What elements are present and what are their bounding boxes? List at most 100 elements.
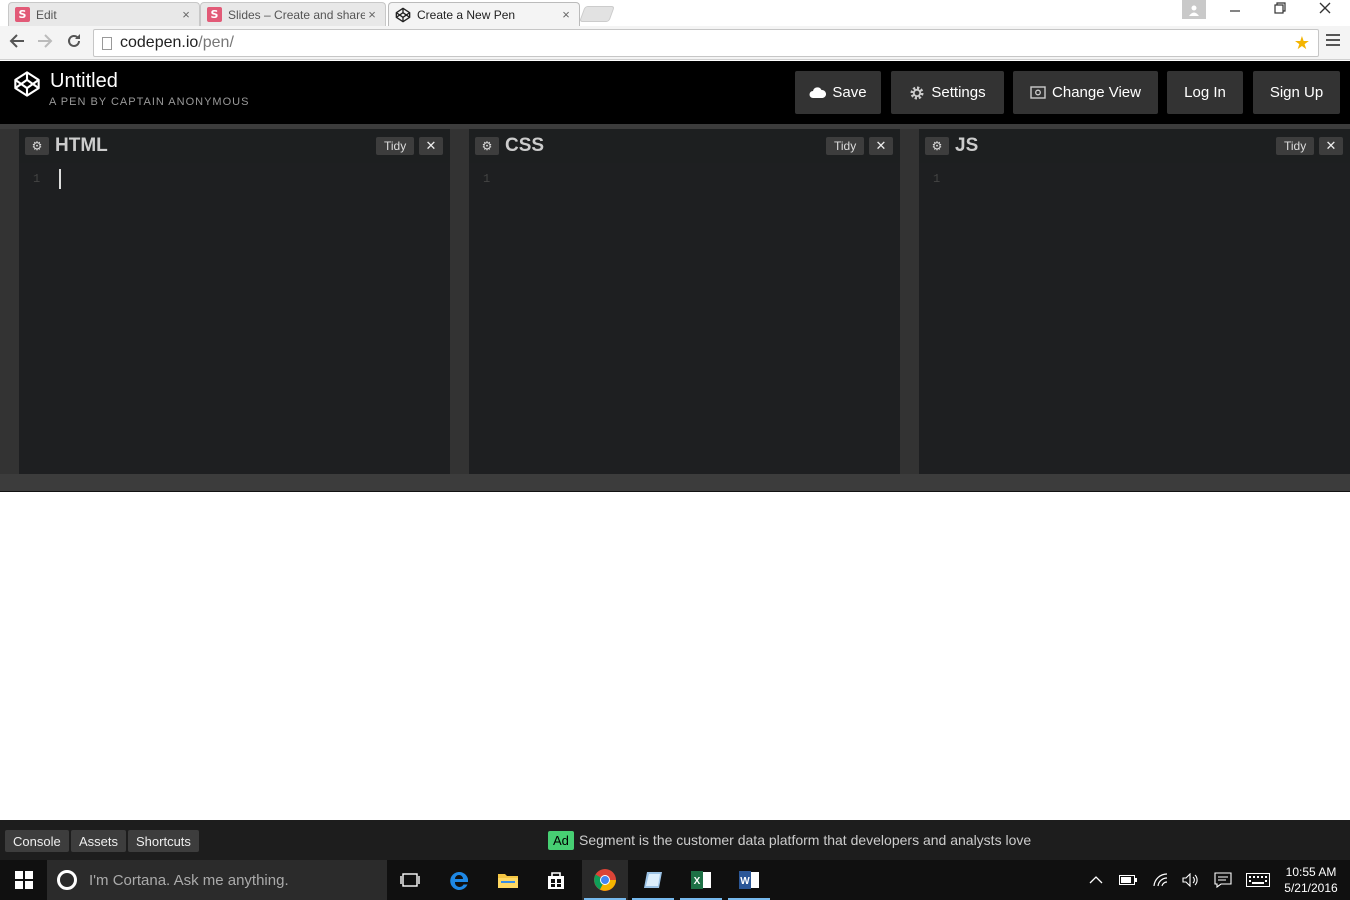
editor-resizer[interactable]	[900, 129, 919, 474]
gear-icon	[909, 85, 925, 101]
html-editor: ⚙ HTML Tidy ✕ 1	[19, 129, 450, 474]
slides-s-icon: S	[207, 7, 222, 22]
cloud-icon	[809, 86, 827, 99]
result-preview[interactable]	[0, 492, 1350, 820]
change-view-button[interactable]: Change View	[1013, 71, 1158, 114]
profile-icon[interactable]	[1182, 0, 1206, 19]
console-button[interactable]: Console	[5, 830, 69, 852]
windows-start-icon[interactable]	[0, 860, 47, 900]
editor-settings-gear-icon[interactable]: ⚙	[475, 137, 499, 155]
ad-badge: Ad	[548, 831, 574, 850]
store-icon[interactable]	[533, 860, 579, 900]
chrome-icon[interactable]	[582, 860, 628, 900]
close-icon[interactable]: ×	[179, 7, 193, 22]
action-center-icon[interactable]	[1212, 860, 1234, 900]
save-label: Save	[832, 84, 867, 101]
signup-button[interactable]: Sign Up	[1253, 71, 1340, 114]
volume-icon[interactable]	[1180, 860, 1202, 900]
file-explorer-icon[interactable]	[485, 860, 531, 900]
login-label: Log In	[1184, 84, 1226, 101]
cortana-icon	[57, 870, 77, 890]
task-view-icon[interactable]	[387, 860, 433, 900]
line-number: 1	[33, 172, 41, 186]
editor-resizer[interactable]	[450, 129, 469, 474]
close-icon[interactable]: ✕	[1319, 137, 1343, 155]
close-window-icon[interactable]	[1305, 2, 1345, 22]
save-button[interactable]: Save	[795, 71, 881, 114]
codepen-footer: Console Assets Shortcuts Ad Segment is t…	[0, 820, 1350, 860]
system-clock[interactable]: 10:55 AM 5/21/2016	[1278, 864, 1344, 896]
editor-settings-gear-icon[interactable]: ⚙	[25, 137, 49, 155]
view-layout-icon	[1030, 86, 1046, 99]
svg-text:W: W	[740, 876, 750, 887]
pen-byline: A PEN BY CAPTAIN ANONYMOUS	[49, 96, 250, 108]
editor-resizer[interactable]	[0, 129, 19, 474]
browser-tab-slides[interactable]: S Slides – Create and share ×	[200, 2, 386, 26]
clock-date: 5/21/2016	[1284, 881, 1338, 895]
editor-header: ⚙ HTML Tidy ✕	[19, 129, 450, 163]
tidy-button[interactable]: Tidy	[826, 137, 865, 155]
wifi-icon[interactable]	[1150, 860, 1172, 900]
line-number: 1	[483, 172, 491, 186]
editor-title: CSS	[505, 135, 545, 156]
pen-title[interactable]: Untitled	[50, 70, 118, 93]
word-icon[interactable]: W	[726, 860, 772, 900]
minimize-icon[interactable]	[1215, 2, 1255, 22]
assets-button[interactable]: Assets	[71, 830, 127, 852]
keyboard-icon[interactable]	[1244, 860, 1272, 900]
back-arrow-icon[interactable]	[6, 32, 28, 54]
excel-icon[interactable]: X	[678, 860, 724, 900]
editor-title: JS	[955, 135, 979, 156]
close-icon[interactable]: ✕	[869, 137, 893, 155]
close-icon[interactable]: ×	[365, 7, 379, 22]
battery-icon[interactable]	[1117, 860, 1139, 900]
reload-icon[interactable]	[63, 32, 85, 54]
preview-resize-bar[interactable]	[0, 474, 1350, 492]
editor-area: ⚙ HTML Tidy ✕ 1 ⚙ CSS Tidy ✕ 1 ⚙ JS Tidy…	[0, 129, 1350, 474]
page-icon	[102, 36, 112, 50]
edge-browser-icon[interactable]	[436, 860, 482, 900]
tab-label: Edit	[36, 7, 57, 22]
editor-header: ⚙ JS Tidy ✕	[919, 129, 1350, 163]
codepen-logo-icon[interactable]	[13, 70, 41, 98]
shortcuts-button[interactable]: Shortcuts	[128, 830, 199, 852]
restore-icon[interactable]	[1260, 2, 1300, 22]
chrome-menu-icon[interactable]	[1326, 34, 1340, 48]
close-icon[interactable]: ✕	[419, 137, 443, 155]
slides-s-icon: S	[15, 7, 30, 22]
browser-tab-create-pen[interactable]: Create a New Pen ×	[388, 2, 580, 26]
js-code-area[interactable]: 1	[919, 163, 1350, 474]
codepen-icon	[395, 7, 411, 22]
cortana-search-box[interactable]: I'm Cortana. Ask me anything.	[47, 860, 387, 900]
url-path: /pen/	[198, 34, 234, 51]
new-tab-button[interactable]	[579, 6, 615, 22]
browser-tab-edit[interactable]: S Edit ×	[8, 2, 200, 26]
login-button[interactable]: Log In	[1167, 71, 1243, 114]
clock-time: 10:55 AM	[1285, 865, 1337, 879]
tab-label: Slides – Create and share	[228, 7, 365, 22]
bookmark-star-icon[interactable]: ★	[1294, 33, 1310, 54]
cortana-placeholder: I'm Cortana. Ask me anything.	[89, 871, 289, 889]
notes-app-icon[interactable]	[630, 860, 676, 900]
editor-title: HTML	[55, 135, 108, 156]
browser-tab-strip: S Edit × S Slides – Create and share × C…	[0, 0, 1350, 26]
change-view-label: Change View	[1052, 84, 1141, 101]
codepen-header: Untitled A PEN BY CAPTAIN ANONYMOUS Save…	[0, 61, 1350, 124]
tidy-button[interactable]: Tidy	[376, 137, 415, 155]
tab-label: Create a New Pen	[417, 7, 516, 22]
tidy-button[interactable]: Tidy	[1276, 137, 1315, 155]
css-code-area[interactable]: 1	[469, 163, 900, 474]
settings-label: Settings	[931, 84, 986, 101]
settings-button[interactable]: Settings	[891, 71, 1004, 114]
css-editor: ⚙ CSS Tidy ✕ 1	[469, 129, 900, 474]
svg-text:X: X	[694, 876, 701, 887]
html-code-area[interactable]: 1	[19, 163, 450, 474]
address-bar[interactable]: codepen.io/pen/ ★	[93, 29, 1319, 57]
editor-header: ⚙ CSS Tidy ✕	[469, 129, 900, 163]
editor-settings-gear-icon[interactable]: ⚙	[925, 137, 949, 155]
browser-toolbar: codepen.io/pen/ ★	[0, 26, 1350, 60]
chevron-up-icon[interactable]	[1086, 860, 1106, 900]
forward-arrow-icon[interactable]	[34, 32, 56, 54]
close-icon[interactable]: ×	[559, 7, 573, 22]
ad-link[interactable]: Segment is the customer data platform th…	[579, 832, 1031, 848]
